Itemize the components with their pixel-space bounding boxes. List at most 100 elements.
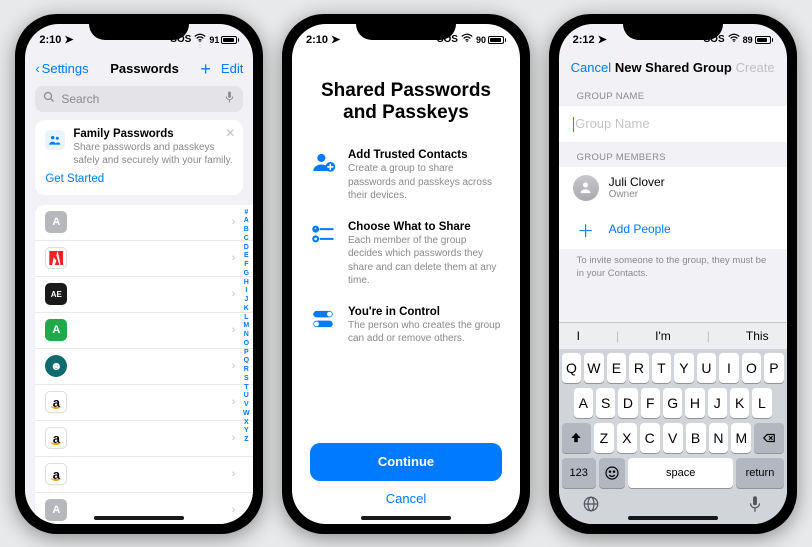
dictation-key[interactable] <box>746 495 764 518</box>
index-letter[interactable]: B <box>241 226 251 235</box>
index-letter[interactable]: R <box>241 366 251 375</box>
search-field[interactable]: Search <box>35 86 243 112</box>
home-indicator[interactable] <box>94 516 184 520</box>
back-button[interactable]: ‹ Settings <box>35 61 88 76</box>
index-letter[interactable]: Z <box>241 436 251 445</box>
status-time: 2:10 <box>39 34 61 46</box>
index-letter[interactable]: U <box>241 392 251 401</box>
index-letter[interactable]: W <box>241 410 251 419</box>
index-letter[interactable]: E <box>241 252 251 261</box>
suggestion[interactable]: This <box>746 329 769 343</box>
group-name-input[interactable]: Group Name <box>559 106 787 142</box>
wifi-icon <box>461 33 473 46</box>
key-v[interactable]: V <box>663 423 683 453</box>
edit-button[interactable]: Edit <box>221 61 243 76</box>
status-time: 2:10 <box>306 34 328 46</box>
key-a[interactable]: A <box>574 388 593 418</box>
site-icon <box>45 247 67 269</box>
emoji-key[interactable] <box>599 458 625 488</box>
key-j[interactable]: J <box>708 388 727 418</box>
alpha-index[interactable]: #ABCDEFGHIJKLMNOPQRSTUVWXYZ <box>241 205 251 524</box>
site-icon: A <box>45 319 67 341</box>
cancel-button[interactable]: Cancel <box>310 491 502 506</box>
key-p[interactable]: P <box>764 353 784 383</box>
key-y[interactable]: Y <box>674 353 694 383</box>
home-indicator[interactable] <box>361 516 451 520</box>
nav-title: New Shared Group <box>615 60 732 75</box>
member-row[interactable]: Juli Clover Owner <box>559 167 787 209</box>
key-u[interactable]: U <box>697 353 717 383</box>
list-item[interactable]: › <box>35 385 253 421</box>
index-letter[interactable]: T <box>241 384 251 393</box>
key-n[interactable]: N <box>709 423 729 453</box>
mic-icon[interactable] <box>224 90 235 107</box>
shift-key[interactable] <box>562 423 591 453</box>
index-letter[interactable]: # <box>241 209 251 218</box>
key-o[interactable]: O <box>742 353 762 383</box>
index-letter[interactable]: P <box>241 349 251 358</box>
key-h[interactable]: H <box>685 388 704 418</box>
key-i[interactable]: I <box>719 353 739 383</box>
index-letter[interactable]: I <box>241 287 251 296</box>
key-c[interactable]: C <box>640 423 660 453</box>
list-item[interactable]: A› <box>35 205 253 241</box>
home-indicator[interactable] <box>628 516 718 520</box>
key-q[interactable]: Q <box>562 353 582 383</box>
create-button[interactable]: Create <box>736 60 775 75</box>
space-key[interactable]: space <box>628 458 733 488</box>
chevron-right-icon: › <box>232 504 236 516</box>
passwords-list[interactable]: A› › AE› A› ☻› › › › A› ▭online.american… <box>35 205 253 524</box>
numbers-key[interactable]: 123 <box>562 458 596 488</box>
index-letter[interactable]: N <box>241 331 251 340</box>
index-letter[interactable]: S <box>241 375 251 384</box>
key-w[interactable]: W <box>584 353 604 383</box>
list-item[interactable]: › <box>35 421 253 457</box>
list-item[interactable]: › <box>35 457 253 493</box>
key-e[interactable]: E <box>607 353 627 383</box>
add-people-button[interactable]: ＋ Add People <box>559 209 787 249</box>
index-letter[interactable]: D <box>241 244 251 253</box>
key-x[interactable]: X <box>617 423 637 453</box>
index-letter[interactable]: G <box>241 270 251 279</box>
suggestion[interactable]: I'm <box>655 329 671 343</box>
get-started-link[interactable]: Get Started <box>45 173 104 185</box>
list-item[interactable]: › <box>35 241 253 277</box>
key-l[interactable]: L <box>752 388 771 418</box>
close-icon[interactable]: ✕ <box>225 126 235 140</box>
key-m[interactable]: M <box>731 423 751 453</box>
index-letter[interactable]: X <box>241 419 251 428</box>
list-item[interactable]: AE› <box>35 277 253 313</box>
key-s[interactable]: S <box>596 388 615 418</box>
key-z[interactable]: Z <box>594 423 614 453</box>
list-item[interactable]: A› <box>35 313 253 349</box>
text-caret <box>573 117 575 132</box>
key-r[interactable]: R <box>629 353 649 383</box>
chevron-right-icon: › <box>232 324 236 336</box>
index-letter[interactable]: J <box>241 296 251 305</box>
key-g[interactable]: G <box>663 388 682 418</box>
index-letter[interactable]: F <box>241 261 251 270</box>
key-k[interactable]: K <box>730 388 749 418</box>
index-letter[interactable]: H <box>241 279 251 288</box>
index-letter[interactable]: A <box>241 217 251 226</box>
key-d[interactable]: D <box>618 388 637 418</box>
suggestion[interactable]: I <box>577 329 580 343</box>
globe-key[interactable] <box>582 495 600 518</box>
key-b[interactable]: B <box>686 423 706 453</box>
index-letter[interactable]: O <box>241 340 251 349</box>
list-item[interactable]: ☻› <box>35 349 253 385</box>
continue-button[interactable]: Continue <box>310 443 502 481</box>
index-letter[interactable]: Q <box>241 357 251 366</box>
key-t[interactable]: T <box>652 353 672 383</box>
index-letter[interactable]: K <box>241 305 251 314</box>
index-letter[interactable]: L <box>241 314 251 323</box>
index-letter[interactable]: C <box>241 235 251 244</box>
index-letter[interactable]: V <box>241 401 251 410</box>
index-letter[interactable]: Y <box>241 427 251 436</box>
index-letter[interactable]: M <box>241 322 251 331</box>
backspace-key[interactable] <box>754 423 783 453</box>
add-button[interactable]: + <box>200 60 211 78</box>
return-key[interactable]: return <box>736 458 783 488</box>
cancel-button[interactable]: Cancel <box>571 60 611 75</box>
key-f[interactable]: F <box>641 388 660 418</box>
